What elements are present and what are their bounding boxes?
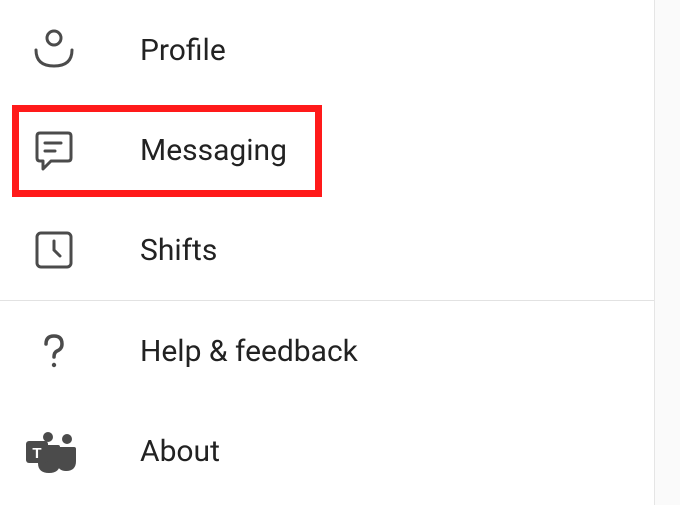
profile-icon: [30, 26, 78, 74]
menu-item-shifts[interactable]: Shifts: [0, 200, 680, 300]
clock-square-icon: [30, 226, 78, 274]
menu-item-help[interactable]: Help & feedback: [0, 301, 680, 401]
question-icon: [30, 327, 78, 375]
svg-text:T: T: [32, 445, 41, 462]
chat-icon: [30, 126, 78, 174]
menu-item-label: Shifts: [140, 233, 217, 268]
menu-item-profile[interactable]: Profile: [0, 0, 680, 100]
menu-item-label: Profile: [140, 33, 226, 68]
menu-item-messaging[interactable]: Messaging: [0, 100, 680, 200]
menu-item-about[interactable]: T About: [0, 401, 680, 501]
menu-item-label: About: [140, 434, 220, 469]
scrollbar-track[interactable]: [654, 0, 680, 505]
settings-menu: Profile Messaging Shifts: [0, 0, 680, 505]
teams-icon: T: [20, 427, 88, 475]
menu-item-label: Messaging: [140, 133, 287, 168]
menu-item-label: Help & feedback: [140, 334, 358, 369]
